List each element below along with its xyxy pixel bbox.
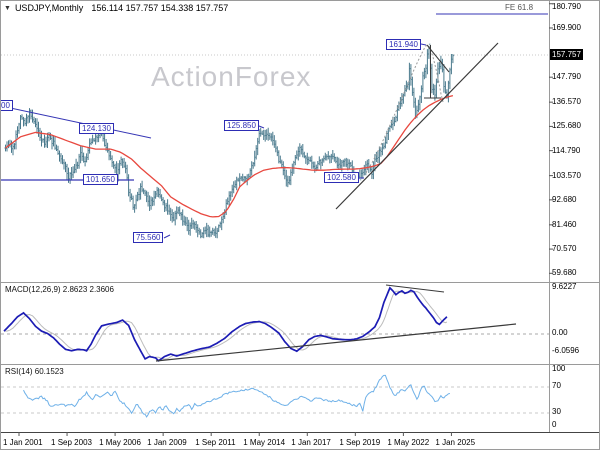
rsi-axis-label: 70 (552, 381, 561, 390)
chevron-down-icon[interactable]: ▼ (4, 5, 11, 12)
price-callout[interactable]: 75.560 (133, 232, 164, 243)
macd-signal-line (4, 290, 448, 360)
time-axis-label: 1 Sep 2019 (339, 438, 381, 447)
current-price-tag: 157.757 (550, 49, 583, 60)
macd-indicator-label: MACD(12,26,9) 2.8623 2.3606 (5, 285, 114, 294)
time-axis-label: 1 May 2022 (387, 438, 430, 447)
macd-axis-label: 0.00 (552, 328, 568, 337)
price-callout[interactable]: 161.940 (386, 39, 421, 50)
price-axis-label: 125.680 (552, 121, 581, 131)
macd-main-line (3, 286, 448, 362)
chart-window: ActionForex ▼ USDJPY,Monthly 156.114 157.7… (0, 0, 600, 450)
price-callout[interactable]: 125.850 (224, 120, 259, 131)
macd-trendline[interactable] (385, 284, 445, 293)
rsi-axis-label: 100 (552, 364, 566, 373)
price-axis-label: 136.570 (552, 97, 581, 107)
symbol-period-label: USDJPY,Monthly (14, 3, 84, 13)
price-axis-label: 103.570 (552, 170, 581, 180)
time-axis-label: 1 Jan 2017 (291, 438, 331, 447)
time-axis-label: 1 Jan 2025 (435, 438, 476, 447)
price-axis-label: 114.790 (552, 145, 581, 155)
time-axis-label: 1 Jan 2009 (147, 438, 187, 447)
rsi-indicator-label: RSI(14) 60.1523 (5, 367, 64, 376)
price-axis-label: 59.680 (552, 268, 577, 278)
rsi-axis-label: 30 (552, 407, 561, 416)
time-axis-label: 1 May 2014 (243, 438, 286, 447)
price-callout[interactable]: 102.580 (324, 172, 359, 183)
trendline[interactable] (335, 42, 499, 210)
rsi-line (23, 374, 450, 418)
trendline[interactable] (163, 234, 171, 239)
time-axis-label: 1 May 2006 (99, 438, 141, 447)
fibonacci-extension-label: FE 61.8 (505, 3, 534, 12)
price-axis-label: 81.460 (552, 219, 577, 229)
rsi-axis-label: 0 (552, 420, 557, 429)
macd-axis-label: 9.6227 (552, 282, 577, 291)
chart-title-bar: ▼ USDJPY,Monthly 156.114 157.757 154.338 1… (4, 3, 228, 13)
price-callout[interactable]: 124.130 (79, 123, 114, 134)
macd-trendline[interactable] (155, 323, 517, 362)
price-bars (5, 45, 454, 239)
price-axis-label: 92.680 (552, 194, 577, 204)
trendline[interactable] (258, 125, 265, 129)
time-axis-label: 1 Sep 2011 (195, 438, 236, 447)
price-axis-label: 70.570 (552, 244, 577, 254)
trendline[interactable] (420, 43, 427, 46)
price-axis-label: 147.790 (552, 72, 581, 82)
chart-canvas[interactable] (1, 1, 600, 450)
price-axis-label: 180.790 (552, 2, 581, 11)
price-callout[interactable]: 00 (1, 100, 13, 111)
price-axis-label: 169.900 (552, 22, 581, 32)
time-axis-label: 1 Jan 2001 (3, 438, 43, 447)
price-callout[interactable]: 101.650 (83, 174, 118, 185)
ohlc-values: 156.114 157.757 154.338 157.757 (91, 3, 229, 13)
macd-axis-label: -6.0596 (552, 346, 580, 355)
time-axis-label: 1 Sep 2003 (51, 438, 92, 447)
